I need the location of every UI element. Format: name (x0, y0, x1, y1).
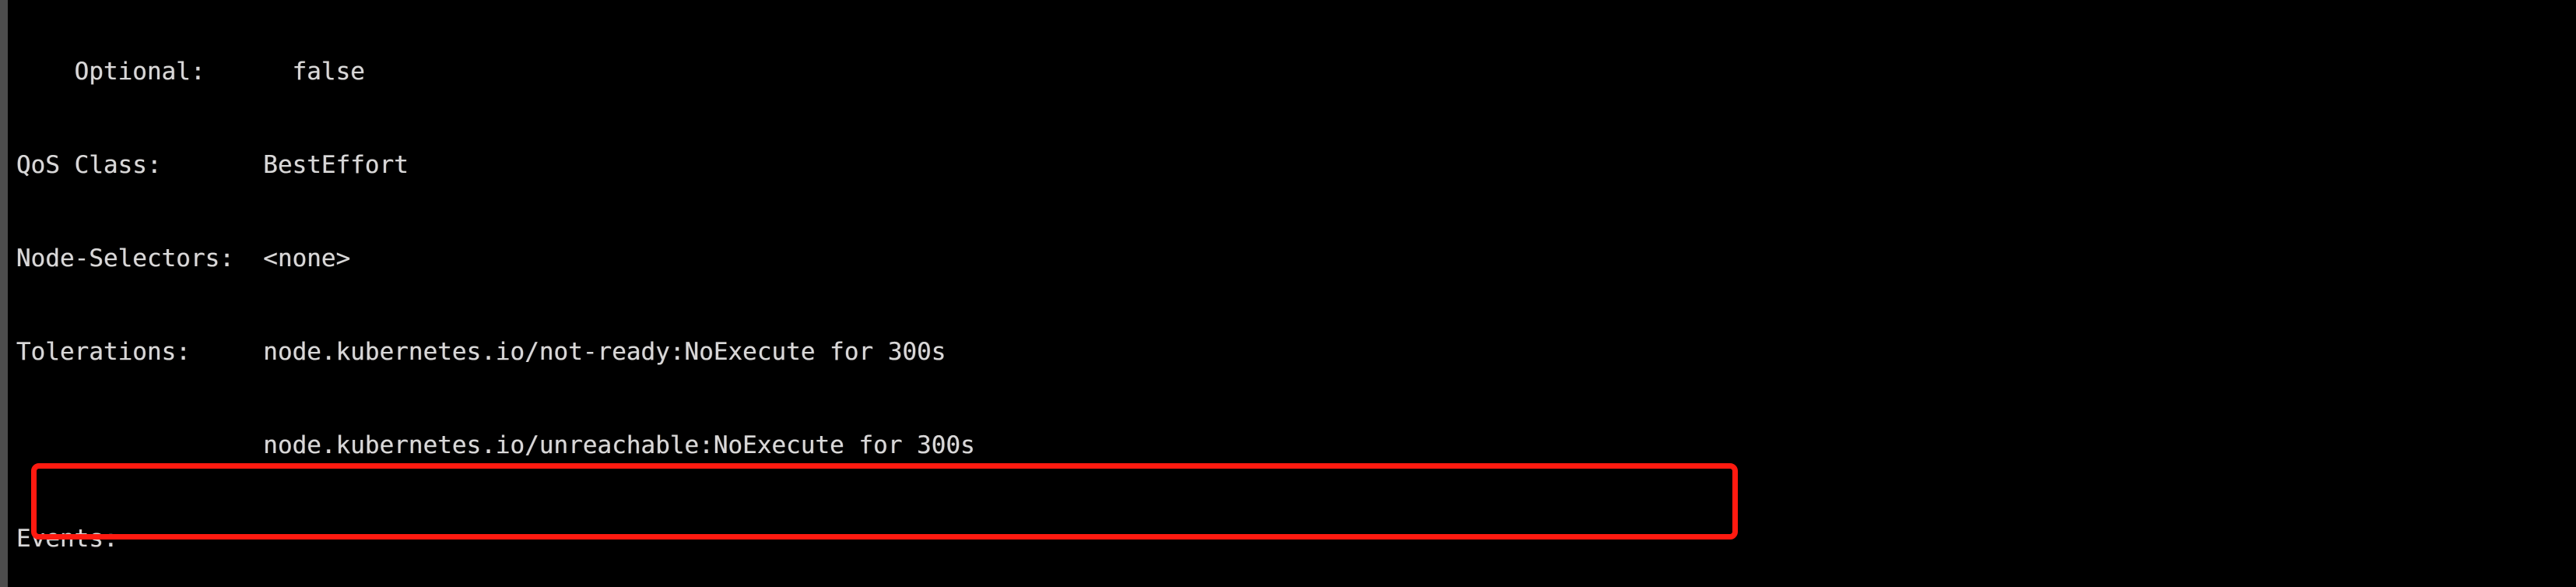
terminal-window: Optional: false QoS Class: BestEffort No… (0, 0, 2576, 587)
scrollbar-thumb[interactable] (0, 0, 8, 587)
terminal-line: Node-Selectors: <none> (16, 244, 351, 272)
terminal-line: node.kubernetes.io/unreachable:NoExecute… (16, 431, 975, 459)
scrollbar-track[interactable] (0, 0, 8, 587)
terminal-line: Tolerations: node.kubernetes.io/not-read… (16, 338, 946, 366)
terminal-line: Optional: false (16, 58, 365, 86)
terminal-output[interactable]: Optional: false QoS Class: BestEffort No… (16, 0, 2569, 587)
terminal-line: QoS Class: BestEffort (16, 151, 409, 179)
terminal-line: Events: (16, 525, 118, 553)
